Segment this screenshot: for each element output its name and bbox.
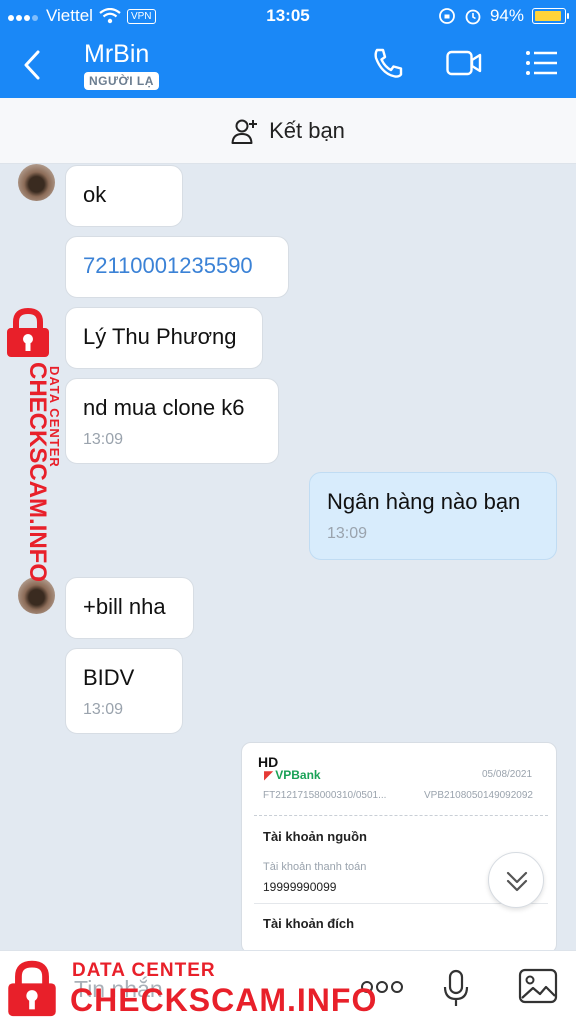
destination-account-title: Tài khoản đích [263, 916, 355, 931]
message-bubble-account[interactable]: 72110001235590 [65, 236, 289, 298]
chevron-down-icon [506, 871, 528, 892]
message-time: 13:09 [327, 525, 368, 542]
battery-icon [532, 8, 569, 24]
avatar[interactable] [18, 577, 55, 614]
alarm-icon [465, 9, 481, 25]
message-bubble[interactable]: Lý Thu Phương [65, 307, 263, 369]
message-time: 13:09 [83, 431, 124, 448]
bill-date: 05/08/2021 [482, 769, 533, 780]
rotation-lock-icon [439, 8, 455, 24]
image-icon[interactable] [518, 968, 558, 1004]
mic-icon[interactable] [442, 968, 470, 1008]
add-user-icon [231, 119, 258, 144]
watermark-data-center: DATA CENTER [72, 960, 216, 981]
my-message-bubble[interactable]: Ngân hàng nào bạn 13:09 [309, 472, 557, 560]
message-text: Ngân hàng nào bạn [327, 489, 521, 514]
message-bubble[interactable]: BIDV 13:09 [65, 648, 183, 734]
message-bubble[interactable]: nd mua clone k6 13:09 [65, 378, 279, 464]
scroll-down-button[interactable] [488, 852, 544, 908]
message-text: BIDV [83, 665, 135, 690]
message-text: 72110001235590 [83, 253, 253, 278]
contact-name: MrBin [84, 40, 150, 68]
menu-icon[interactable] [524, 46, 560, 80]
bank-name: VPBank [275, 768, 321, 782]
watermark-text-vertical: CHECKSCAM.INFO [24, 362, 51, 582]
source-account-type: Tài khoản thanh toán [263, 861, 367, 873]
source-account-number: 19999990099 [263, 880, 337, 894]
lock-watermark-icon [7, 308, 49, 357]
battery-percent: 94% [489, 6, 524, 25]
message-text: Lý Thu Phương [83, 324, 237, 349]
add-friend-label: Kết bạn [269, 117, 345, 143]
avatar[interactable] [18, 164, 55, 201]
bill-transaction-id: VPB2108050149092092 [424, 790, 533, 801]
message-text: ok [83, 182, 107, 207]
source-account-title: Tài khoản nguồn [263, 829, 367, 844]
message-bubble[interactable]: ok [65, 165, 183, 227]
status-bar: Viettel VPN 13:05 94% [0, 0, 576, 32]
message-time: 13:09 [83, 701, 124, 718]
vpbank-logo: ◤ VPBank [264, 768, 321, 782]
add-friend-bar[interactable]: Kết bạn [0, 98, 576, 164]
message-text: nd mua clone k6 [83, 395, 245, 420]
vertical-watermark: CHECKSCAM.INFO DATA CENTER [24, 362, 62, 582]
video-icon[interactable] [446, 46, 482, 80]
watermark-checkscam: CHECKSCAM.INFO [70, 982, 378, 1018]
stranger-tag: NGƯỜI LẠ [84, 72, 159, 90]
phone-icon[interactable] [370, 46, 406, 80]
back-icon[interactable] [18, 48, 48, 82]
bill-ref: FT21217158000310/0501... [263, 790, 387, 801]
lock-watermark-icon [8, 960, 56, 1017]
top-bar: Viettel VPN 13:05 94% MrBin NGƯỜI LẠ [0, 0, 576, 98]
divider [254, 815, 548, 816]
watermark-subtext-vertical: DATA CENTER [47, 366, 62, 468]
message-bubble[interactable]: +bill nha [65, 577, 194, 639]
message-text: +bill nha [83, 594, 166, 619]
